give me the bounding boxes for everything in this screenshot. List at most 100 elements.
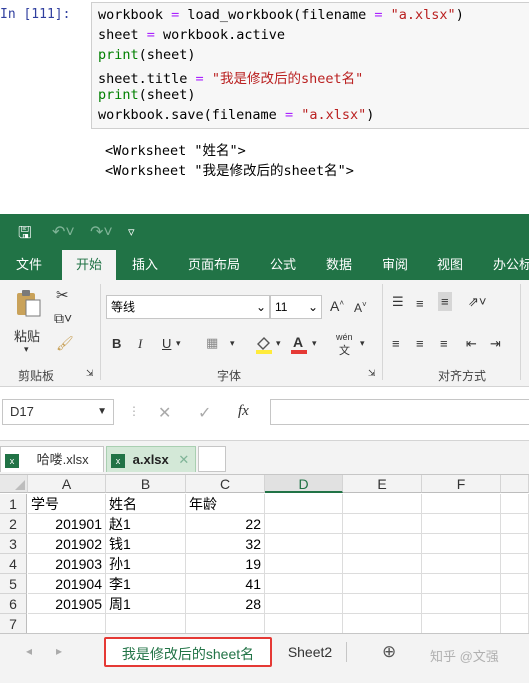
row-header[interactable]: 6 xyxy=(0,594,27,614)
border-icon[interactable]: ▦ xyxy=(206,335,218,351)
table-cell[interactable] xyxy=(265,514,343,534)
cancel-icon[interactable]: ✕ xyxy=(158,403,171,423)
tab-office-tabs[interactable]: 办公标签 xyxy=(493,250,529,280)
table-cell[interactable] xyxy=(422,534,501,554)
align-bottom-icon[interactable]: ≡ xyxy=(438,292,452,311)
table-cell[interactable] xyxy=(422,614,501,634)
table-cell[interactable]: 李1 xyxy=(106,574,186,594)
align-center-icon[interactable]: ≡ xyxy=(416,336,424,351)
select-all-corner[interactable] xyxy=(0,475,28,493)
decrease-indent-icon[interactable]: ⇤ xyxy=(466,336,477,352)
table-cell[interactable] xyxy=(501,594,529,614)
increase-indent-icon[interactable]: ⇥ xyxy=(490,336,501,352)
table-cell[interactable]: 201904 xyxy=(28,574,106,594)
table-cell[interactable] xyxy=(343,494,422,514)
grow-font-button[interactable]: A˄ xyxy=(330,298,344,314)
table-cell[interactable] xyxy=(343,594,422,614)
phonetic-dropdown-icon[interactable]: ▾ xyxy=(360,338,365,349)
table-cell[interactable] xyxy=(265,534,343,554)
paste-icon[interactable] xyxy=(14,288,44,318)
table-cell[interactable] xyxy=(343,614,422,634)
column-header-b[interactable]: B xyxy=(106,475,186,493)
table-cell[interactable]: 201901 xyxy=(28,514,106,534)
table-cell[interactable] xyxy=(501,614,529,634)
table-cell[interactable] xyxy=(501,554,529,574)
table-cell[interactable] xyxy=(106,614,186,634)
italic-button[interactable]: I xyxy=(138,336,142,352)
align-left-icon[interactable]: ≡ xyxy=(392,336,400,351)
sheet-tab-active[interactable]: 我是修改后的sheet名 xyxy=(104,637,272,667)
tab-file[interactable]: 文件 xyxy=(16,250,42,280)
tab-review[interactable]: 审阅 xyxy=(382,250,408,280)
sheet-tab-sheet2[interactable]: Sheet2 xyxy=(276,637,344,667)
row-header[interactable]: 1 xyxy=(0,494,27,514)
table-cell[interactable]: 201903 xyxy=(28,554,106,574)
column-header-c[interactable]: C xyxy=(186,475,265,493)
fill-color-icon[interactable] xyxy=(254,334,274,354)
table-cell[interactable] xyxy=(186,614,265,634)
table-cell[interactable] xyxy=(422,514,501,534)
shrink-font-button[interactable]: A˅ xyxy=(354,300,367,315)
row-header[interactable]: 7 xyxy=(0,614,27,634)
redo-icon[interactable]: ↷˅ xyxy=(90,222,113,242)
formula-input[interactable] xyxy=(270,399,529,425)
clipboard-launcher-icon[interactable]: ⇲ xyxy=(86,368,94,379)
table-cell[interactable] xyxy=(265,494,343,514)
row-header[interactable]: 2 xyxy=(0,514,27,534)
table-cell[interactable]: 32 xyxy=(186,534,265,554)
table-cell[interactable]: 钱1 xyxy=(106,534,186,554)
fill-dropdown-icon[interactable]: ▾ xyxy=(276,338,281,349)
column-header-f[interactable]: F xyxy=(422,475,501,493)
table-cell[interactable] xyxy=(422,554,501,574)
table-cell[interactable] xyxy=(501,574,529,594)
border-dropdown-icon[interactable]: ▾ xyxy=(230,338,235,349)
table-cell[interactable] xyxy=(343,514,422,534)
table-cell[interactable]: 孙1 xyxy=(106,554,186,574)
table-cell[interactable]: 201902 xyxy=(28,534,106,554)
workbook-tab-2[interactable]: x a.xlsx ✕ xyxy=(106,446,196,472)
paste-dropdown-icon[interactable]: ▾ xyxy=(24,344,29,355)
table-cell[interactable] xyxy=(265,574,343,594)
copy-icon[interactable]: ⧉˅ xyxy=(54,310,72,327)
align-top-icon[interactable]: ☰ xyxy=(392,294,404,310)
format-painter-icon[interactable]: 🖌 xyxy=(56,335,74,352)
table-cell[interactable] xyxy=(28,614,106,634)
table-cell[interactable]: 姓名 xyxy=(106,494,186,514)
font-color-dropdown-icon[interactable]: ▾ xyxy=(312,338,317,349)
close-icon[interactable]: ✕ xyxy=(172,452,189,467)
undo-icon[interactable]: ↶˅ xyxy=(52,222,75,242)
font-size-select[interactable]: 11 ⌄ xyxy=(270,295,322,319)
tab-home[interactable]: 开始 xyxy=(62,250,116,280)
underline-dropdown-icon[interactable]: ▾ xyxy=(176,338,181,349)
new-workbook-tab[interactable] xyxy=(198,446,226,472)
table-cell[interactable] xyxy=(265,554,343,574)
tab-insert[interactable]: 插入 xyxy=(132,250,158,280)
font-color-icon[interactable]: A xyxy=(290,333,308,355)
table-cell[interactable]: 学号 xyxy=(28,494,106,514)
table-cell[interactable]: 201905 xyxy=(28,594,106,614)
row-header[interactable]: 3 xyxy=(0,534,27,554)
font-launcher-icon[interactable]: ⇲ xyxy=(368,368,376,379)
align-right-icon[interactable]: ≡ xyxy=(440,336,448,351)
table-cell[interactable] xyxy=(422,494,501,514)
row-header[interactable]: 5 xyxy=(0,574,27,594)
table-cell[interactable]: 22 xyxy=(186,514,265,534)
add-sheet-icon[interactable]: ⊕ xyxy=(382,642,396,662)
table-cell[interactable] xyxy=(265,614,343,634)
font-name-select[interactable]: 等线 ⌄ xyxy=(106,295,270,319)
orientation-icon[interactable]: ⇗˅ xyxy=(468,294,486,310)
table-cell[interactable] xyxy=(265,594,343,614)
workbook-tab-1[interactable]: x 哈喽.xlsx xyxy=(0,446,104,472)
tab-formulas[interactable]: 公式 xyxy=(270,250,296,280)
name-box[interactable]: D17 ▼ xyxy=(2,399,114,425)
table-cell[interactable] xyxy=(422,594,501,614)
bold-button[interactable]: B xyxy=(112,336,121,351)
column-header-overflow[interactable] xyxy=(501,475,529,493)
table-cell[interactable] xyxy=(501,514,529,534)
phonetic-button[interactable]: wén 文 xyxy=(336,332,353,358)
confirm-icon[interactable]: ✓ xyxy=(198,403,211,423)
align-middle-icon[interactable]: ≡ xyxy=(416,296,424,311)
table-cell[interactable] xyxy=(501,534,529,554)
tab-data[interactable]: 数据 xyxy=(326,250,352,280)
cut-icon[interactable]: ✂ xyxy=(56,286,69,304)
